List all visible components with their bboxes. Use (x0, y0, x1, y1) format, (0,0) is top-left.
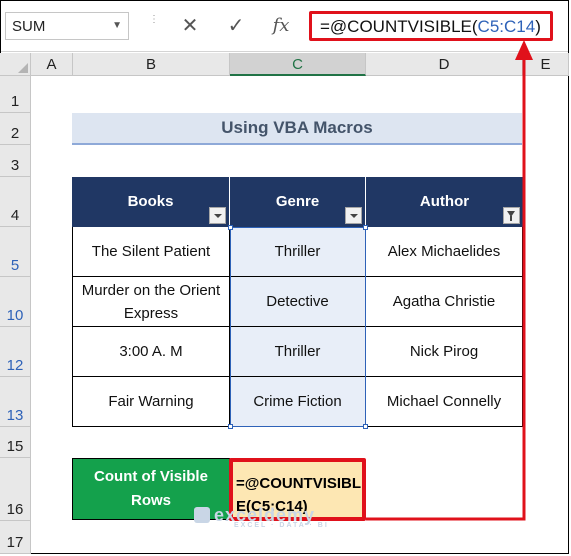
row-header-16[interactable]: 16 (0, 458, 31, 521)
range-handle[interactable] (363, 225, 368, 230)
drag-handle-icon[interactable]: ⋮ (149, 15, 159, 37)
enter-check-icon[interactable]: ✓ (223, 13, 249, 39)
filter-dropdown-icon[interactable] (209, 207, 226, 224)
row-header-17[interactable]: 17 (0, 521, 31, 554)
row-header-3[interactable]: 3 (0, 145, 31, 177)
table-cell-genre[interactable]: Thriller (230, 227, 366, 277)
filter-dropdown-icon[interactable] (345, 207, 362, 224)
sheet-title: Using VBA Macros (72, 113, 522, 145)
name-box[interactable]: SUM ▼ (5, 12, 129, 40)
column-header-b[interactable]: B (73, 53, 230, 76)
formula-range-ref: C5:C14 (477, 17, 536, 36)
column-header-a[interactable]: A (31, 53, 73, 76)
filter-active-icon[interactable] (503, 207, 520, 224)
range-handle[interactable] (228, 424, 233, 429)
formula-bar: SUM ▼ ⋮ ✕ ✓ fx =@COUNTVISIBLE(C5:C14) (1, 1, 568, 52)
table-cell-book[interactable]: Fair Warning (72, 377, 230, 427)
fx-icon[interactable]: fx (268, 13, 294, 39)
row-header-1[interactable]: 1 (0, 76, 31, 113)
row-header-10[interactable]: 10 (0, 277, 31, 327)
row-header-13[interactable]: 13 (0, 377, 31, 427)
select-all-corner[interactable] (0, 53, 31, 76)
editing-formula-line1: =@COUNTVISIBL (236, 475, 362, 492)
cancel-icon[interactable]: ✕ (177, 13, 203, 39)
range-handle[interactable] (228, 225, 233, 230)
row-header-12[interactable]: 12 (0, 327, 31, 377)
formula-suffix: ) (535, 17, 541, 36)
table-cell-author[interactable]: Agatha Christie (366, 277, 523, 327)
table-cell-genre[interactable]: Detective (230, 277, 366, 327)
column-header-e[interactable]: E (523, 53, 569, 76)
table-cell-genre[interactable]: Crime Fiction (230, 377, 366, 427)
header-genre-label: Genre (275, 193, 320, 210)
header-author: Author (366, 177, 523, 227)
table-cell-genre[interactable]: Thriller (230, 327, 366, 377)
header-author-label: Author (419, 193, 470, 210)
chevron-down-icon[interactable]: ▼ (112, 20, 122, 31)
watermark-tagline: EXCEL · DATA · BI (234, 522, 329, 529)
row-header-2[interactable]: 2 (0, 113, 31, 145)
header-books: Books (72, 177, 230, 227)
range-handle[interactable] (363, 424, 368, 429)
column-header-c[interactable]: C (230, 53, 366, 76)
name-box-value: SUM (12, 18, 46, 35)
row-header-4[interactable]: 4 (0, 177, 31, 227)
table-cell-author[interactable]: Nick Pirog (366, 327, 523, 377)
column-header-d[interactable]: D (366, 53, 523, 76)
table-cell-author[interactable]: Michael Connelly (366, 377, 523, 427)
row-header-5[interactable]: 5 (0, 227, 31, 277)
header-books-label: Books (127, 193, 174, 210)
table-cell-book[interactable]: The Silent Patient (72, 227, 230, 277)
table-cell-author[interactable]: Alex Michaelides (366, 227, 523, 277)
exceldemy-watermark: exceldemy EXCEL · DATA · BI (194, 505, 329, 529)
table-cell-book[interactable]: Murder on the Orient Express (72, 277, 230, 327)
table-cell-book[interactable]: 3:00 A. M (72, 327, 230, 377)
exceldemy-logo-icon (194, 507, 210, 523)
formula-prefix: =@COUNTVISIBLE( (320, 17, 478, 36)
header-genre: Genre (230, 177, 366, 227)
row-header-15[interactable]: 15 (0, 427, 31, 458)
formula-input[interactable]: =@COUNTVISIBLE(C5:C14) (309, 11, 553, 41)
